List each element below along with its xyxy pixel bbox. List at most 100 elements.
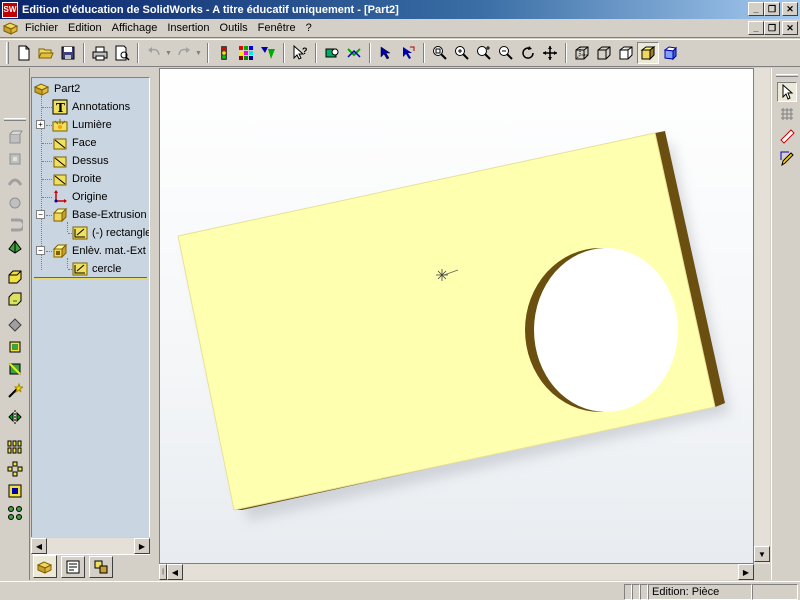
menu-insertion[interactable]: Insertion [162, 20, 214, 37]
grid-tool-button[interactable] [777, 104, 797, 124]
sketch-tool-button[interactable] [777, 148, 797, 168]
viewport-scroll-down-button[interactable]: ▼ [754, 546, 770, 562]
tree-scroll-left-button[interactable]: ◀ [31, 538, 47, 554]
tool-extruded-boss-disabled[interactable] [5, 128, 25, 146]
tree-item-origine[interactable]: Origine [52, 188, 107, 206]
viewport-split-handle[interactable]: | [159, 564, 167, 580]
help-cursor-icon: ? [293, 45, 308, 60]
tool-wizard[interactable] [5, 382, 25, 400]
print-button[interactable] [89, 42, 111, 64]
rotate-view-button[interactable] [517, 42, 539, 64]
tool-shell[interactable] [5, 316, 25, 334]
tree-scroll-right-button[interactable]: ▶ [134, 538, 150, 554]
part-model[interactable] [160, 69, 754, 564]
select-edges-button[interactable] [397, 42, 419, 64]
lumiere-expand-toggle[interactable]: + [36, 120, 45, 129]
tree-item-face-plane[interactable]: Face [52, 134, 96, 152]
tool-curve-pattern[interactable] [5, 504, 25, 522]
undo-dropdown-icon[interactable]: ▼ [165, 50, 173, 57]
shaded-cube-icon [640, 46, 656, 61]
sweep-disabled-icon [7, 178, 23, 186]
menu-outils[interactable]: Outils [215, 20, 253, 37]
redo-button[interactable] [173, 42, 195, 64]
minimize-button[interactable]: _ [748, 2, 764, 16]
doc-restore-button[interactable]: ❐ [764, 21, 780, 35]
zoom-selection-button[interactable] [495, 42, 517, 64]
tool-circular-pattern[interactable] [5, 460, 25, 478]
document-menu-icon[interactable] [2, 20, 20, 36]
tab-feature-manager[interactable] [33, 555, 57, 578]
tree-item-rectangle-sketch[interactable]: (-) rectangle [72, 224, 149, 242]
redo-dropdown-icon[interactable]: ▼ [195, 50, 203, 57]
tree-item-cut-extrude[interactable]: Enlèv. mat.-Ext [52, 242, 146, 260]
hidden-lines-removed-button[interactable] [615, 42, 637, 64]
zoom-in-icon [455, 46, 469, 60]
tree-item-droite-plane[interactable]: Droite [52, 170, 101, 188]
features-toolbar-grip[interactable] [4, 118, 26, 121]
viewport-vertical-scrollbar[interactable]: ▼ [754, 68, 770, 564]
rollback-bar[interactable] [34, 277, 147, 280]
tool-sketch-pattern[interactable] [5, 482, 25, 500]
shaded-button[interactable] [637, 42, 659, 64]
menu-help[interactable]: ? [301, 20, 317, 37]
tool-hole-wizard[interactable] [5, 360, 25, 378]
options-button[interactable] [257, 42, 279, 64]
graphics-viewport[interactable] [159, 68, 754, 564]
tool-revolve-disabled[interactable] [5, 150, 25, 168]
menu-edition[interactable]: Edition [63, 20, 107, 37]
tab-configuration-manager[interactable] [89, 556, 113, 578]
edit-color-button[interactable] [235, 42, 257, 64]
dimension-tool-button[interactable] [777, 126, 797, 146]
pan-button[interactable] [539, 42, 561, 64]
zoom-to-fit-button[interactable] [429, 42, 451, 64]
tree-item-annotations[interactable]: T Annotations [52, 98, 130, 116]
tree-horizontal-scrollbar[interactable]: ◀ ▶ [31, 537, 150, 554]
toolbar-grip[interactable] [6, 42, 9, 64]
tool-rib[interactable] [5, 338, 25, 356]
open-button[interactable] [35, 42, 57, 64]
zoom-area-button[interactable] [451, 42, 473, 64]
menu-affichage[interactable]: Affichage [107, 20, 163, 37]
restore-button[interactable]: ❐ [764, 2, 780, 16]
tool-cut-disabled[interactable] [5, 216, 25, 234]
select-tool-button[interactable] [777, 82, 797, 102]
tool-mirror[interactable] [5, 408, 25, 426]
whats-this-button[interactable]: ? [289, 42, 311, 64]
tree-root-part[interactable]: Part2 [33, 80, 80, 98]
cut-extrude-collapse-toggle[interactable]: − [36, 246, 45, 255]
close-button[interactable]: ✕ [782, 2, 798, 16]
tree-item-lumiere[interactable]: Lumière [52, 116, 112, 134]
tool-fillet[interactable] [5, 268, 25, 286]
sketch-toolbar-grip[interactable] [776, 74, 798, 77]
save-button[interactable] [57, 42, 79, 64]
tool-sweep-disabled[interactable] [5, 172, 25, 190]
sketch-button[interactable] [321, 42, 343, 64]
zoom-in-out-button[interactable] [473, 42, 495, 64]
tool-loft-disabled[interactable] [5, 194, 25, 212]
new-button[interactable] [13, 42, 35, 64]
doc-close-button[interactable]: ✕ [782, 21, 798, 35]
save-disk-icon [61, 46, 75, 60]
tool-chamfer[interactable] [5, 290, 25, 308]
perspective-button[interactable] [659, 42, 681, 64]
wireframe-button[interactable] [571, 42, 593, 64]
tool-linear-pattern[interactable] [5, 438, 25, 456]
hidden-lines-visible-button[interactable] [593, 42, 615, 64]
doc-minimize-button[interactable]: _ [748, 21, 764, 35]
print-preview-button[interactable] [111, 42, 133, 64]
menu-fenetre[interactable]: Fenêtre [253, 20, 301, 37]
viewport-scroll-left-button[interactable]: ◀ [167, 564, 183, 580]
rebuild-button[interactable] [213, 42, 235, 64]
tool-draft[interactable] [5, 238, 25, 256]
smart-dimension-button[interactable] [343, 42, 365, 64]
viewport-horizontal-scrollbar[interactable]: | ◀ ▶ [159, 564, 754, 580]
tree-item-dessus-plane[interactable]: Dessus [52, 152, 109, 170]
menu-fichier[interactable]: Fichier [20, 20, 63, 37]
base-extrusion-collapse-toggle[interactable]: − [36, 210, 45, 219]
tree-item-base-extrusion[interactable]: Base-Extrusion [52, 206, 147, 224]
tree-item-cercle-sketch[interactable]: cercle [72, 260, 121, 278]
undo-button[interactable] [143, 42, 165, 64]
viewport-scroll-right-button[interactable]: ▶ [738, 564, 754, 580]
tab-property-manager[interactable] [61, 556, 85, 578]
zoom-select-button[interactable] [375, 42, 397, 64]
